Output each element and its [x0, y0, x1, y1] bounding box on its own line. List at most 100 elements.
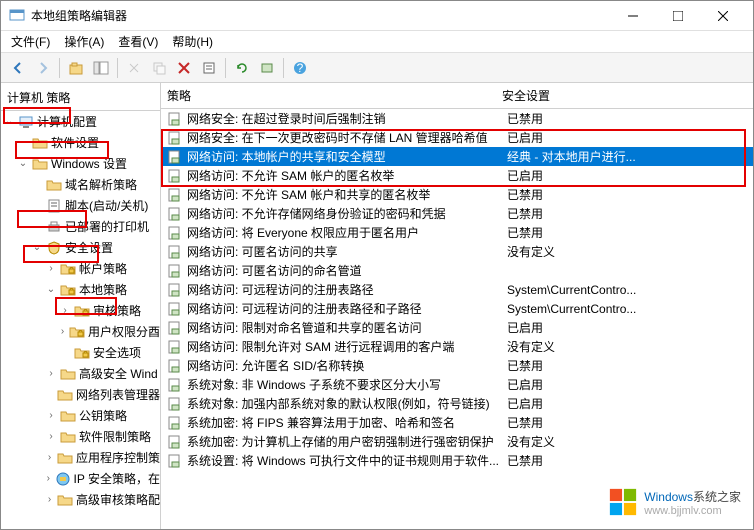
list-row[interactable]: 网络访问: 将 Everyone 权限应用于匿名用户已禁用: [161, 223, 753, 242]
tree-label: 软件设置: [51, 134, 99, 151]
list-row[interactable]: 网络访问: 限制对命名管道和共享的匿名访问已启用: [161, 318, 753, 337]
tree-node[interactable]: ›审核策略: [1, 300, 160, 321]
tree-node[interactable]: ⌄本地策略: [1, 279, 160, 300]
folder-icon: [57, 387, 73, 403]
list-row[interactable]: 网络访问: 本地帐户的共享和安全模型经典 - 对本地用户进行...: [161, 147, 753, 166]
expand-icon[interactable]: ⌄: [31, 242, 43, 253]
delete-button[interactable]: [173, 57, 195, 79]
expand-icon[interactable]: ›: [59, 326, 66, 337]
tree-node[interactable]: 网络列表管理器: [1, 384, 160, 405]
list-row[interactable]: 系统加密: 为计算机上存储的用户密钥强制进行强密钥保护没有定义: [161, 432, 753, 451]
list-row[interactable]: 网络访问: 允许匿名 SID/名称转换已禁用: [161, 356, 753, 375]
menu-action[interactable]: 操作(A): [64, 33, 104, 50]
app-icon: [9, 8, 25, 24]
policy-setting: 已禁用: [507, 357, 747, 374]
tree-node[interactable]: 已部署的打印机: [1, 216, 160, 237]
tree-node[interactable]: ›用户权限分酉: [1, 321, 160, 342]
tree-node[interactable]: 安全选项: [1, 342, 160, 363]
show-hide-tree-button[interactable]: [90, 57, 112, 79]
list-row[interactable]: 系统加密: 将 FIPS 兼容算法用于加密、哈希和签名已禁用: [161, 413, 753, 432]
export-list-button[interactable]: [256, 57, 278, 79]
expand-icon[interactable]: ›: [45, 263, 57, 274]
tree-node[interactable]: ›IP 安全策略，在: [1, 468, 160, 489]
policy-item-icon: [167, 434, 183, 450]
expand-icon[interactable]: ›: [45, 452, 54, 463]
toolbar: ?: [1, 53, 753, 83]
tree-node[interactable]: ⌄安全设置: [1, 237, 160, 258]
folder-icon: [60, 429, 76, 445]
folder-lock-icon: [60, 261, 76, 277]
list-row[interactable]: 网络安全: 在下一次更改密码时不存储 LAN 管理器哈希值已启用: [161, 128, 753, 147]
tree-label: 计算机配置: [37, 113, 97, 130]
menu-file[interactable]: 文件(F): [11, 33, 50, 50]
cut-button[interactable]: [123, 57, 145, 79]
policy-setting: 已禁用: [507, 452, 747, 469]
policy-name: 网络访问: 限制允许对 SAM 进行远程调用的客户端: [187, 338, 507, 355]
policy-setting: System\CurrentContro...: [507, 283, 747, 297]
tree-label: 脚本(启动/关机): [65, 197, 148, 214]
expand-icon[interactable]: ›: [45, 473, 52, 484]
tree-node[interactable]: 软件设置: [1, 132, 160, 153]
policy-item-icon: [167, 377, 183, 393]
menu-help[interactable]: 帮助(H): [172, 33, 213, 50]
tree-node[interactable]: › 公钥策略: [1, 405, 160, 426]
up-button[interactable]: [65, 57, 87, 79]
list-row[interactable]: 网络访问: 不允许 SAM 帐户的匿名枚举已启用: [161, 166, 753, 185]
policy-name: 网络访问: 允许匿名 SID/名称转换: [187, 357, 507, 374]
list-row[interactable]: 网络访问: 限制允许对 SAM 进行远程调用的客户端没有定义: [161, 337, 753, 356]
expand-icon[interactable]: ›: [45, 368, 57, 379]
expand-icon[interactable]: ›: [45, 410, 57, 421]
tree-node[interactable]: ›应用程序控制策: [1, 447, 160, 468]
list-row[interactable]: 网络访问: 可匿名访问的共享没有定义: [161, 242, 753, 261]
expand-icon[interactable]: ⌄: [17, 158, 29, 169]
expand-icon[interactable]: ⌄: [45, 284, 57, 295]
tree-header: 计算机 策略: [1, 85, 160, 111]
window-controls: [610, 2, 745, 30]
titlebar: 本地组策略编辑器: [1, 1, 753, 31]
refresh-button[interactable]: [231, 57, 253, 79]
list-row[interactable]: 系统设置: 将 Windows 可执行文件中的证书规则用于软件...已禁用: [161, 451, 753, 470]
tree-label: 公钥策略: [79, 407, 127, 424]
minimize-button[interactable]: [610, 2, 655, 30]
menubar: 文件(F) 操作(A) 查看(V) 帮助(H): [1, 31, 753, 53]
list-row[interactable]: 网络访问: 可远程访问的注册表路径System\CurrentContro...: [161, 280, 753, 299]
list-row[interactable]: 系统对象: 非 Windows 子系统不要求区分大小写已启用: [161, 375, 753, 394]
list-row[interactable]: 网络安全: 在超过登录时间后强制注销已禁用: [161, 109, 753, 128]
tree-node[interactable]: 脚本(启动/关机): [1, 195, 160, 216]
column-setting[interactable]: 安全设置: [502, 87, 747, 104]
policy-item-icon: [167, 130, 183, 146]
expand-icon[interactable]: ›: [45, 431, 57, 442]
windows-logo-icon: [608, 487, 638, 517]
close-button[interactable]: [700, 2, 745, 30]
tree-node[interactable]: ⌄Windows 设置: [1, 153, 160, 174]
help-button[interactable]: ?: [289, 57, 311, 79]
tree-node[interactable]: ⌄ 计算机配置: [1, 111, 160, 132]
policy-item-icon: [167, 149, 183, 165]
policy-item-icon: [167, 206, 183, 222]
back-button[interactable]: [7, 57, 29, 79]
maximize-button[interactable]: [655, 2, 700, 30]
expand-icon[interactable]: ›: [45, 494, 54, 505]
tree-node[interactable]: ›帐户策略: [1, 258, 160, 279]
forward-button[interactable]: [32, 57, 54, 79]
watermark-url: www.bjjmlv.com: [644, 505, 741, 517]
tree-node[interactable]: ›软件限制策略: [1, 426, 160, 447]
policy-item-icon: [167, 263, 183, 279]
list-row[interactable]: 系统对象: 加强内部系统对象的默认权限(例如，符号链接)已启用: [161, 394, 753, 413]
list-row[interactable]: 网络访问: 不允许存储网络身份验证的密码和凭据已禁用: [161, 204, 753, 223]
expand-icon[interactable]: ›: [59, 305, 71, 316]
list-row[interactable]: 网络访问: 可匿名访问的命名管道: [161, 261, 753, 280]
policy-name: 网络安全: 在下一次更改密码时不存储 LAN 管理器哈希值: [187, 129, 507, 146]
properties-button[interactable]: [198, 57, 220, 79]
tree-node[interactable]: 域名解析策略: [1, 174, 160, 195]
list-row[interactable]: 网络访问: 不允许 SAM 帐户和共享的匿名枚举已禁用: [161, 185, 753, 204]
menu-view[interactable]: 查看(V): [118, 33, 158, 50]
expand-icon[interactable]: ⌄: [3, 116, 15, 127]
column-policy[interactable]: 策略: [167, 87, 502, 104]
tree-node[interactable]: ›高级审核策略配: [1, 489, 160, 510]
list-row[interactable]: 网络访问: 可远程访问的注册表路径和子路径System\CurrentContr…: [161, 299, 753, 318]
script-icon: [46, 198, 62, 214]
policy-item-icon: [167, 168, 183, 184]
copy-button[interactable]: [148, 57, 170, 79]
tree-node[interactable]: ›高级安全 Wind: [1, 363, 160, 384]
